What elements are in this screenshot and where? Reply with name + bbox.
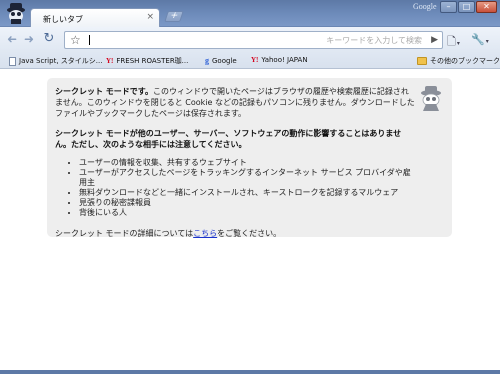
incognito-spy-icon (421, 86, 441, 111)
bookmark-item[interactable]: Y! Yahoo! JAPAN (251, 56, 308, 64)
wrench-menu-button[interactable]: 🔧▾ (471, 33, 489, 46)
window-bottom-border (0, 370, 500, 374)
list-item: 背後にいる人 (79, 208, 416, 218)
learn-more-link[interactable]: こちら (193, 229, 217, 238)
bookmark-star-icon[interactable]: ☆ (70, 33, 81, 47)
bookmark-label: Google (212, 56, 237, 65)
bookmark-item[interactable]: g Google (205, 56, 237, 65)
forward-icon[interactable]: ➜ (22, 32, 36, 46)
tab-title: 新しいタブ (43, 15, 83, 24)
incognito-icon (7, 3, 25, 24)
intro-bold: シークレット モードです。 (55, 87, 153, 96)
bookmarks-bar: Java Script, スタイルシ... Y! FRESH ROASTER珈.… (0, 53, 500, 69)
warning-list: ユーザーの情報を収集、共有するウェブサイト ユーザーがアクセスしたページをトラッ… (55, 158, 416, 218)
close-window-button[interactable]: ✕ (476, 1, 497, 13)
page-icon: 🗋 (447, 35, 456, 48)
chevron-down-icon: ▾ (485, 38, 489, 45)
minimize-button[interactable]: – (440, 1, 457, 13)
bookmark-item[interactable]: Y! FRESH ROASTER珈... (106, 56, 188, 66)
warning-paragraph: シークレット モードが他のユーザー、サーバー、ソフトウェアの動作に影響することは… (55, 128, 416, 150)
yahoo-icon: Y! (251, 56, 259, 64)
folder-icon (417, 57, 427, 65)
other-bookmarks-button[interactable]: その他のブックマーク (417, 56, 500, 66)
list-item: ユーザーがアクセスしたページをトラッキングするインターネット サービス プロバイ… (79, 168, 416, 188)
reload-icon[interactable]: ↻ (42, 32, 56, 46)
go-icon[interactable]: ▶ (431, 33, 438, 47)
back-icon[interactable]: ➜ (5, 32, 19, 46)
list-item: 見張りの秘密諜報員 (79, 198, 416, 208)
toolbar: ➜ ➜ ↻ ☆ キーワードを入力して検索 ▶ 🗋▾ 🔧▾ (0, 27, 500, 53)
tab-new-tab[interactable]: 新しいタブ × (30, 8, 160, 28)
title-bar: 新しいタブ × + Google – □ ✕ (0, 0, 500, 28)
brand-label: Google (413, 2, 437, 11)
bookmark-label: Yahoo! JAPAN (261, 56, 308, 64)
warning-text: シークレット モードが他のユーザー、サーバー、ソフトウェアの動作に影響することは… (55, 129, 402, 149)
incognito-notice: シークレット モードです。このウィンドウで開いたページはブラウザの履歴や検索履歴… (47, 78, 452, 239)
learn-more-paragraph: シークレット モードの詳細についてはこちらをご覧ください。 (55, 228, 416, 239)
list-item: ユーザーの情報を収集、共有するウェブサイト (79, 158, 416, 168)
bookmark-item[interactable]: Java Script, スタイルシ... (9, 56, 102, 66)
page-content: シークレット モードです。このウィンドウで開いたページはブラウザの履歴や検索履歴… (0, 70, 500, 370)
footer-suffix: をご覧ください。 (217, 229, 282, 238)
google-icon: g (205, 56, 209, 65)
yahoo-icon: Y! (106, 57, 114, 65)
page-menu-button[interactable]: 🗋▾ (447, 33, 460, 52)
page-icon (9, 56, 16, 66)
maximize-button[interactable]: □ (458, 1, 475, 13)
other-bookmarks-label: その他のブックマーク (430, 57, 500, 65)
footer-prefix: シークレット モードの詳細については (55, 229, 194, 238)
new-tab-button[interactable]: + (164, 11, 184, 22)
intro-paragraph: シークレット モードです。このウィンドウで開いたページはブラウザの履歴や検索履歴… (55, 86, 416, 119)
omnibox-placeholder: キーワードを入力して検索 (326, 36, 422, 45)
tab-close-icon[interactable]: × (146, 13, 154, 22)
wrench-icon: 🔧 (471, 33, 485, 46)
chevron-down-icon: ▾ (456, 40, 460, 47)
omnibox[interactable]: ☆ キーワードを入力して検索 ▶ (64, 31, 443, 49)
bookmark-label: FRESH ROASTER珈... (116, 57, 189, 65)
list-item: 無料ダウンロードなどと一緒にインストールされ、キーストロークを記録するマルウェア (79, 188, 416, 198)
text-caret (89, 35, 90, 45)
bookmark-label: Java Script, スタイルシ... (19, 57, 103, 65)
